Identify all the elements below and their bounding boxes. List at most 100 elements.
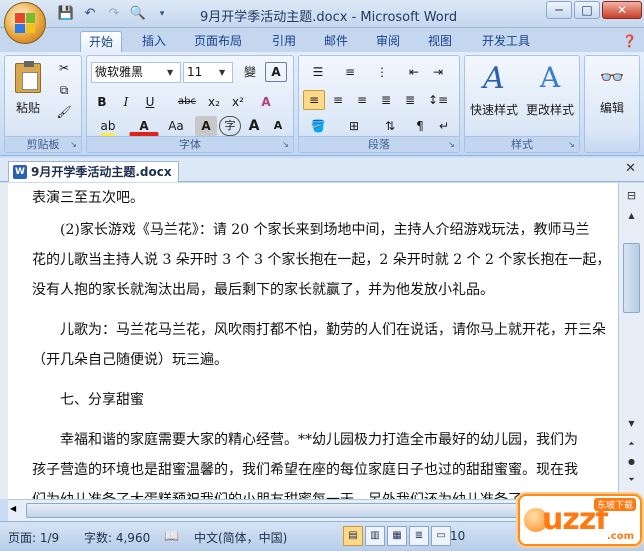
office-logo-icon [15,13,35,33]
underline-button[interactable]: U [139,92,161,112]
change-case-button[interactable]: Aa [161,116,191,136]
uzzf-watermark-logo: uzzf 东坡下载 .com [518,494,642,546]
increase-indent-icon[interactable]: ⇥ [427,62,449,82]
print-preview-icon[interactable]: 🔍 [128,4,148,24]
vertical-scroll-thumb[interactable] [623,243,640,313]
distributed-icon[interactable]: ≣ [399,90,421,110]
phonetic-guide-button[interactable]: 變 [239,62,261,82]
font-name-combo[interactable]: 微软雅黑 ▼ [91,62,181,83]
tab-page-layout[interactable]: 页面布局 [186,31,250,52]
binoculars-icon: 👓 [599,65,625,89]
outline-icon[interactable]: ≣ [409,526,429,546]
draft-icon[interactable]: ▭ [431,526,451,546]
tab-home[interactable]: 开始 [80,31,123,52]
decrease-indent-icon[interactable]: ⇤ [403,62,425,82]
strikethrough-button[interactable]: abc [173,92,201,112]
tab-developer[interactable]: 开发工具 [474,31,538,52]
sort-icon[interactable]: ⇅ [375,116,405,136]
undo-icon[interactable]: ↶ [80,4,100,24]
tab-insert[interactable]: 插入 [134,31,174,52]
ribbon-tabs: 开始 插入 页面布局 引用 邮件 审阅 视图 开发工具 ❓ [0,28,644,52]
doc-line: （开几朵自己随便说）玩三遍。 [32,352,228,368]
print-layout-icon[interactable]: ▤ [343,526,363,546]
font-group-label: 字体 [87,136,293,152]
grow-font-button[interactable]: A [243,116,265,136]
line-spacing-icon[interactable]: ↕≡ [423,90,453,110]
web-layout-icon[interactable]: ▦ [387,526,407,546]
styles-launcher-icon[interactable]: ↘ [566,139,577,150]
font-launcher-icon[interactable]: ↘ [280,139,291,150]
text-direction-icon[interactable]: ↵ [433,116,455,136]
document-tab[interactable]: W 9月开学季活动主题.docx [8,161,179,182]
align-right-icon[interactable]: ≡ [351,90,373,110]
char-shading-button[interactable]: A [195,116,217,136]
help-icon[interactable]: ❓ [614,31,644,52]
watermark-domain: .com [606,531,634,542]
scroll-left-icon[interactable]: ◀ [10,504,16,513]
bold-button[interactable]: B [91,92,113,112]
shrink-font-button[interactable]: A [267,116,289,136]
font-name-value: 微软雅黑 [95,65,144,79]
tab-review[interactable]: 审阅 [368,31,408,52]
vertical-scrollbar[interactable]: ⊟ ▲ ▼ ⏶ ● ⏷ [618,183,644,499]
clear-formatting-button[interactable]: A [255,92,277,112]
tab-references[interactable]: 引用 [264,31,304,52]
office-button[interactable] [4,2,46,44]
next-page-icon[interactable]: ⏷ [623,475,640,489]
scroll-up-icon[interactable]: ▲ [623,211,640,225]
font-color-button[interactable]: A [129,116,159,136]
justify-icon[interactable]: ≣ [375,90,397,110]
maximize-button[interactable]: □ [574,1,600,19]
language-indicator[interactable]: 中文(简体，中国) [194,529,287,546]
borders-icon[interactable]: ⊞ [339,116,369,136]
cut-icon[interactable]: ✂ [53,58,75,78]
previous-page-icon[interactable]: ⏶ [623,439,640,453]
tab-view[interactable]: 视图 [420,31,460,52]
bullets-icon[interactable]: ☰ [303,62,333,82]
window-title: 9月开学季活动主题.docx - Microsoft Word [200,10,458,25]
browse-object-icon[interactable]: ● [623,457,640,471]
document-tab-bar: W 9月开学季活动主题.docx ✕ [0,158,644,182]
change-styles-button[interactable]: A 更改样式 [523,58,577,130]
italic-button[interactable]: I [115,92,137,112]
styles-group: A 快速样式 A 更改样式 样式 ↘ [464,55,580,153]
minimize-button[interactable]: ─ [546,1,572,19]
paragraph-launcher-icon[interactable]: ↘ [446,139,457,150]
editing-button[interactable]: 👓 编辑 [587,58,637,130]
zoom-level[interactable]: 10 [450,529,465,543]
clipboard-launcher-icon[interactable]: ↘ [68,139,79,150]
paste-button[interactable]: 粘贴 [9,58,47,122]
align-center-icon[interactable]: ≡ [327,90,349,110]
paste-label: 粘贴 [15,101,40,115]
quick-access-toolbar: 💾 ↶ ↷ 🔍 ▾ [56,4,172,24]
close-button[interactable]: ✕ [602,1,642,19]
redo-icon[interactable]: ↷ [104,4,124,24]
subscript-button[interactable]: x₂ [203,92,225,112]
tab-mailings[interactable]: 邮件 [316,31,356,52]
document-area[interactable]: 表演三至五次吧。 (2)家长游戏《马兰花》：请 20 个家长来到场地中间，主持人… [0,183,618,499]
word-count[interactable]: 字数: 4,960 [84,529,150,546]
customize-qat-icon[interactable]: ▾ [152,4,172,24]
scroll-down-icon[interactable]: ▼ [623,419,640,433]
close-document-icon[interactable]: ✕ [625,161,636,176]
quick-styles-button[interactable]: A 快速样式 [467,58,521,130]
font-size-combo[interactable]: 11 ▼ [183,62,233,83]
full-screen-reading-icon[interactable]: ▥ [365,526,385,546]
horizontal-scroll-thumb[interactable] [26,503,566,518]
copy-icon[interactable]: ⧉ [53,80,75,100]
align-left-icon[interactable]: ≡ [303,90,325,110]
save-icon[interactable]: 💾 [56,4,76,24]
show-marks-icon[interactable]: ¶ [409,116,431,136]
format-painter-icon[interactable]: 🖌 [53,102,75,122]
proofing-icon[interactable]: 📖 [164,529,179,543]
char-border-button[interactable]: A [265,62,287,82]
doc-line: 孩子营造的环境也是甜蜜温馨的，我们希望在座的每位家庭日子也过的甜甜蜜蜜。现在我 [32,462,578,478]
superscript-button[interactable]: x² [227,92,249,112]
enclose-char-button[interactable]: 字 [219,116,241,136]
numbering-icon[interactable]: ≡ [335,62,365,82]
multilevel-list-icon[interactable]: ⋮ [367,62,397,82]
highlight-button[interactable]: ab [91,116,125,137]
ruler-toggle-icon[interactable]: ⊟ [623,189,640,203]
shading-icon[interactable]: 🪣 [303,116,333,136]
page-indicator[interactable]: 页面: 1/9 [8,529,59,546]
